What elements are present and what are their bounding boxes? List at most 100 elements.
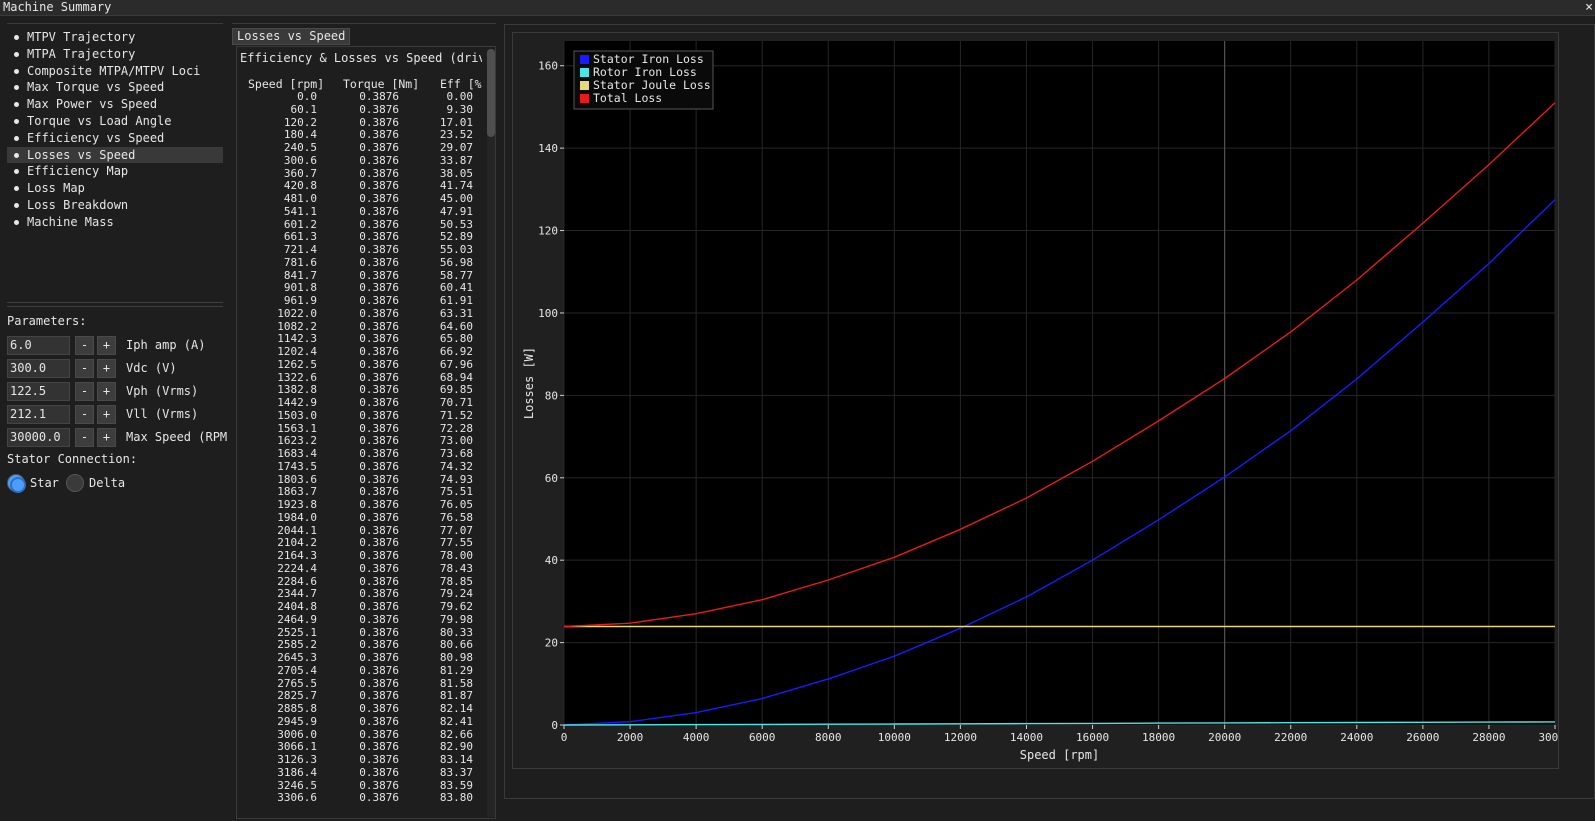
increment-button[interactable]: +: [97, 359, 116, 378]
bullet-icon: [14, 135, 19, 141]
menu-item-label: MTPV Trajectory: [27, 30, 136, 44]
menu-item-composite-mtpa-mtpv-loci[interactable]: Composite MTPA/MTPV Loci: [7, 63, 223, 80]
column-header-speed: Speed [rpm]: [248, 77, 325, 91]
x-tick-label: 2000: [617, 731, 644, 744]
table-body: 0.0 0.3876 0.00 60.1 0.3876 9.30 120.2 0.3876 17…: [237, 90, 485, 805]
menu-item-efficiency-map[interactable]: Efficiency Map: [7, 163, 223, 180]
x-tick-label: 28000: [1472, 731, 1505, 744]
divider: [7, 306, 223, 307]
speed-cell: 481.0: [283, 192, 317, 205]
param-label: Vph (Vrms): [126, 384, 199, 398]
close-icon[interactable]: ×: [1585, 0, 1593, 15]
torque-cell: 0.3876: [359, 255, 399, 269]
table-row: 0.0 0.3876 0.00: [237, 90, 485, 104]
menu-item-loss-breakdown[interactable]: Loss Breakdown: [7, 197, 223, 214]
param-input[interactable]: 212.1: [7, 405, 70, 424]
bullet-icon: [14, 51, 19, 57]
speed-cell: 961.9: [283, 294, 317, 307]
increment-button[interactable]: +: [97, 428, 116, 447]
tab-losses-vs-speed[interactable]: Losses vs Speed: [232, 28, 351, 45]
efficiency-cell: 73.68: [439, 447, 473, 460]
x-tick-label: 4000: [683, 731, 710, 744]
torque-cell: 0.3876: [359, 243, 399, 256]
torque-cell: 0.3876: [359, 702, 399, 715]
bullet-icon: [14, 169, 19, 175]
efficiency-cell: 82.41: [439, 714, 473, 728]
efficiency-cell: 81.29: [439, 663, 473, 677]
menu-item-mtpv-trajectory[interactable]: MTPV Trajectory: [7, 29, 223, 46]
table-row: 60.1 0.3876 9.30: [237, 102, 485, 117]
table-row: 1923.8 0.3876 76.05: [237, 498, 485, 512]
menu-item-max-torque-vs-speed[interactable]: Max Torque vs Speed: [7, 79, 223, 96]
table-row: 541.1 0.3876 47.91: [237, 205, 485, 219]
legend-swatch: [580, 81, 589, 90]
column-header-efficiency: Eff [%: [440, 77, 482, 91]
param-input[interactable]: 300.0: [7, 359, 70, 378]
decrement-button[interactable]: -: [75, 359, 94, 378]
menu-item-torque-vs-load-angle[interactable]: Torque vs Load Angle: [7, 113, 223, 130]
menu-item-label: Composite MTPA/MTPV Loci: [27, 63, 201, 78]
menu-item-losses-vs-speed[interactable]: Losses vs Speed: [7, 146, 223, 164]
table-row: 3186.4 0.3876 83.37: [237, 765, 485, 780]
y-tick-label: 140: [538, 142, 558, 155]
decrement-button[interactable]: -: [75, 336, 94, 355]
table-row: 1743.5 0.3876 74.32: [237, 459, 485, 474]
column-header-torque: Torque [Nm]: [343, 77, 420, 91]
param-input[interactable]: 122.5: [7, 382, 70, 401]
table-scrollbar[interactable]: [487, 49, 495, 817]
table-row: 3306.6 0.3876 83.80: [237, 791, 485, 805]
x-tick-label: 10000: [878, 731, 911, 744]
menu-item-max-power-vs-speed[interactable]: Max Power vs Speed: [7, 96, 223, 113]
y-tick-label: 0: [551, 719, 558, 732]
speed-cell: 721.4: [283, 243, 317, 256]
increment-button[interactable]: +: [97, 336, 116, 355]
param-label: Vll (Vrms): [126, 407, 199, 421]
speed-cell: 300.6: [283, 153, 317, 167]
left-panel: MTPV Trajectory MTPA Trajectory Composite …: [0, 16, 230, 821]
increment-button[interactable]: +: [97, 382, 116, 401]
efficiency-cell: 83.37: [439, 765, 473, 779]
efficiency-cell: 74.32: [439, 459, 473, 473]
table-row: 481.0 0.3876 45.00: [237, 192, 485, 206]
bullet-icon: [14, 202, 19, 208]
table-row: 1503.0 0.3876 71.52: [237, 409, 485, 423]
torque-cell: 0.3876: [359, 294, 399, 307]
efficiency-cell: 63.31: [439, 306, 473, 320]
star-label: Star: [30, 476, 59, 490]
table-row: 2164.3 0.3876 78.00: [237, 549, 485, 563]
efficiency-cell: 0.00: [446, 90, 474, 103]
efficiency-cell: 70.71: [439, 396, 473, 409]
param-input[interactable]: 30000.0: [7, 428, 70, 447]
decrement-button[interactable]: -: [75, 382, 94, 401]
torque-cell: 0.3876: [359, 90, 399, 103]
menu-item-loss-map[interactable]: Loss Map: [7, 180, 223, 197]
delta-label: Delta: [89, 476, 126, 490]
torque-cell: 0.3876: [359, 791, 399, 805]
torque-cell: 0.3876: [359, 561, 399, 575]
x-tick-label: 0: [561, 731, 568, 744]
table-row: 1202.4 0.3876 66.92: [237, 345, 485, 359]
losses-chart[interactable]: 0 20 40 60 80 100 120 140 160 0 2000 4000 6000 8000 10…: [513, 33, 1558, 768]
losses-plot[interactable]: 0 20 40 60 80 100 120 140 160 0 2000 4000 6000 8000 10…: [512, 32, 1559, 769]
torque-cell: 0.3876: [359, 498, 399, 511]
table-row: 1442.9 0.3876 70.71: [237, 396, 485, 410]
speed-cell: 1743.5: [277, 459, 317, 473]
table-row: 1022.0 0.3876 63.31: [237, 306, 485, 321]
efficiency-cell: 76.58: [439, 510, 473, 524]
table-row: 3126.3 0.3876 83.14: [237, 753, 485, 767]
table-row: 2404.8 0.3876 79.62: [237, 600, 485, 614]
table-row: 2705.4 0.3876 81.29: [237, 663, 485, 678]
efficiency-cell: 78.43: [439, 561, 473, 575]
scrollbar-thumb[interactable]: [487, 49, 495, 137]
decrement-button[interactable]: -: [75, 428, 94, 447]
speed-cell: 60.1: [290, 102, 318, 116]
menu-item-efficiency-vs-speed[interactable]: Efficiency vs Speed: [7, 130, 223, 147]
param-input[interactable]: 6.0: [7, 336, 70, 355]
increment-button[interactable]: +: [97, 405, 116, 424]
torque-cell: 0.3876: [359, 459, 399, 473]
y-tick-label: 40: [545, 554, 558, 567]
menu-item-machine-mass[interactable]: Machine Mass: [7, 214, 223, 231]
menu-item-label: Max Power vs Speed: [27, 97, 158, 112]
menu-item-mtpa-trajectory[interactable]: MTPA Trajectory: [7, 46, 223, 63]
decrement-button[interactable]: -: [75, 405, 94, 424]
